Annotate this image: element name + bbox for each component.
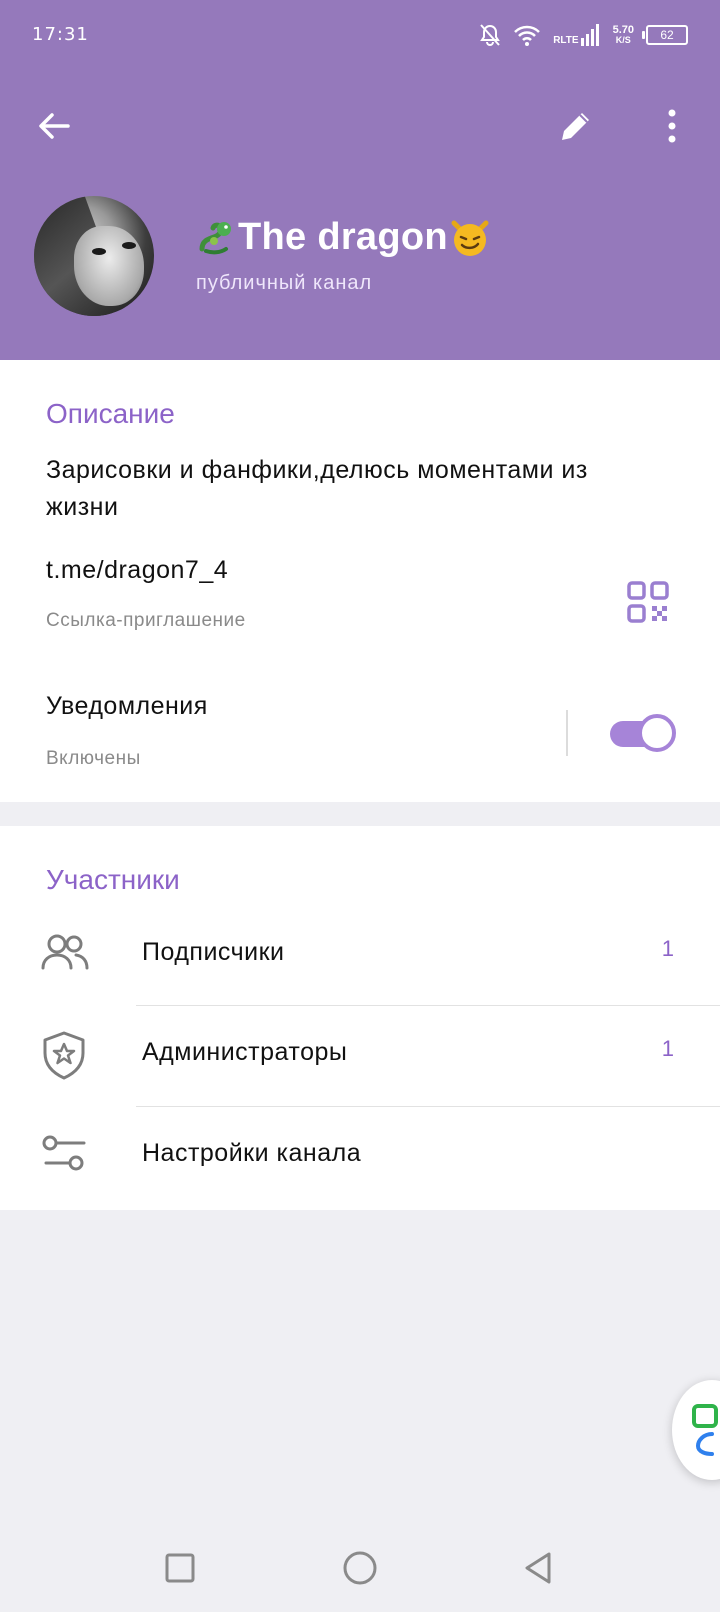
channel-title-text: The dragon — [238, 215, 448, 258]
people-icon — [40, 930, 90, 976]
divider — [566, 710, 568, 756]
status-bar: 17:31 RLTE 5.70 K/S 62 — [0, 0, 720, 70]
arrow-left-icon — [36, 108, 72, 149]
description-section-title: Описание — [46, 398, 175, 429]
dragon-emoji-icon — [194, 215, 238, 259]
battery-indicator: 62 — [642, 25, 688, 45]
square-icon — [164, 1552, 196, 1589]
qr-code-button[interactable] — [626, 580, 670, 624]
recents-button[interactable] — [150, 1540, 210, 1600]
channel-settings-row[interactable]: Настройки канала — [0, 1105, 720, 1205]
administrators-label: Администраторы — [142, 1038, 348, 1066]
administrators-count: 1 — [661, 1036, 674, 1061]
channel-type: публичный канал — [196, 272, 373, 294]
qr-code-icon — [626, 581, 670, 628]
speed-value: 5.70 — [612, 24, 634, 36]
channel-title: The dragon — [194, 212, 492, 262]
circle-icon — [342, 1550, 378, 1591]
members-section-title: Участники — [46, 864, 180, 895]
network-speed: 5.70 K/S — [612, 24, 634, 46]
system-navigation-bar — [0, 1530, 720, 1612]
assistant-icon — [690, 1404, 720, 1461]
floating-assistant-bubble[interactable] — [672, 1380, 720, 1480]
pencil-icon — [558, 108, 594, 149]
system-back-button[interactable] — [508, 1540, 568, 1600]
channel-header: 17:31 RLTE 5.70 K/S 62 The dragon публич… — [0, 0, 720, 360]
signal-icon — [580, 24, 601, 46]
edit-button[interactable] — [548, 100, 604, 156]
home-button[interactable] — [330, 1540, 390, 1600]
notifications-title[interactable]: Уведомления — [46, 692, 208, 721]
notifications-toggle[interactable] — [610, 713, 678, 753]
speed-unit: K/S — [615, 35, 631, 45]
bell-off-icon — [479, 23, 501, 47]
invite-link[interactable]: t.me/dragon7_4 — [46, 556, 228, 585]
back-button[interactable] — [26, 100, 82, 156]
more-vertical-icon — [666, 108, 678, 149]
channel-avatar[interactable] — [34, 196, 154, 316]
subscribers-label: Подписчики — [142, 938, 285, 966]
subscribers-row[interactable]: Подписчики 1 — [0, 904, 720, 1004]
shield-star-icon — [40, 1030, 90, 1080]
sliders-icon — [40, 1131, 90, 1177]
status-time: 17:31 — [32, 24, 89, 45]
triangle-back-icon — [522, 1550, 554, 1591]
cat-emoji-icon — [448, 215, 492, 259]
notifications-state: Включены — [46, 748, 141, 769]
network-type: RLTE — [553, 35, 579, 46]
more-button[interactable] — [644, 100, 700, 156]
subscribers-count: 1 — [661, 936, 674, 961]
wifi-icon — [513, 24, 541, 46]
invite-link-caption: Ссылка-приглашение — [46, 610, 246, 631]
channel-settings-label: Настройки канала — [142, 1139, 362, 1167]
status-icons: RLTE 5.70 K/S 62 — [479, 20, 688, 50]
channel-description: Зарисовки и фанфики,делюсь моментами из … — [46, 456, 588, 521]
administrators-row[interactable]: Администраторы 1 — [0, 1004, 720, 1104]
